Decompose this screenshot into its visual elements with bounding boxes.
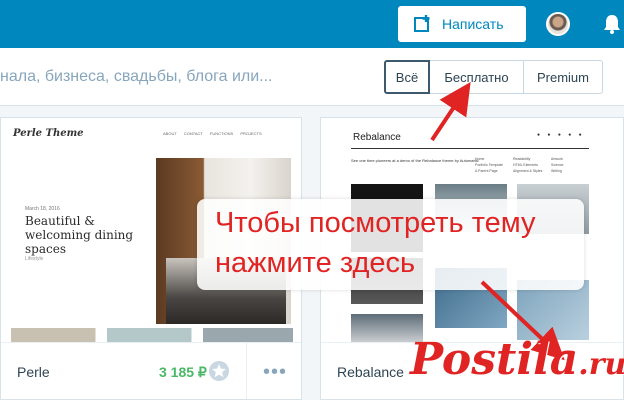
theme-more-button[interactable]: ••• [246, 343, 301, 399]
preview-category: Lifestyle [25, 256, 44, 262]
write-post-label: Написать [442, 16, 504, 32]
annotation-callout: Чтобы посмотреть тему нажмите здесь [197, 199, 584, 290]
preview-date: March 18, 2016 [25, 206, 60, 212]
watermark-logo: Postila.ru [410, 334, 624, 385]
theme-card-footer: Perle 3 185 ₽ ••• [1, 342, 301, 399]
theme-price: 3 185 ₽ [159, 364, 207, 380]
preview-divider [351, 148, 589, 149]
filter-all[interactable]: Всё [384, 60, 430, 94]
preview-logo: Perle Theme [13, 128, 84, 139]
search-input[interactable]: нала, бизнеса, свадьбы, блога или... [0, 68, 273, 86]
user-avatar[interactable] [546, 12, 570, 36]
preview-nav: ABOUT CONTACT FUNCTIONS PROJECTS [163, 131, 262, 136]
theme-search-bar: нала, бизнеса, свадьбы, блога или... Всё… [0, 48, 624, 106]
preview-photo-strip [11, 328, 293, 342]
write-post-button[interactable]: Написать [398, 6, 526, 42]
filter-free[interactable]: Бесплатно [429, 60, 524, 94]
social-icons: ● ● ● ● ● [537, 132, 585, 138]
preview-logo: Rebalance [353, 132, 401, 143]
annotation-line-2: нажмите здесь [215, 247, 416, 279]
premium-star-icon [209, 361, 229, 381]
annotation-line-1: Чтобы посмотреть тему [215, 207, 536, 239]
masterbar: Написать [0, 0, 624, 48]
theme-name: Rebalance [337, 364, 404, 380]
theme-name: Perle [17, 364, 50, 380]
preview-menu-col3: Artwork Science Writing [551, 157, 564, 173]
preview-menu-col2: Readability HTML Elements Alignment & Styl… [513, 157, 543, 173]
new-post-icon [414, 15, 430, 32]
price-filter-group: Всё Бесплатно Premium [384, 60, 603, 94]
notifications-bell-icon[interactable] [600, 12, 624, 36]
filter-premium[interactable]: Premium [523, 60, 603, 94]
preview-headline: Beautiful & welcoming dining spaces [25, 214, 134, 256]
preview-tagline: See one time pioneers at a demo of the R… [351, 158, 479, 163]
preview-menu-col1: Home Portfolio Template A Parent Page [475, 157, 503, 173]
